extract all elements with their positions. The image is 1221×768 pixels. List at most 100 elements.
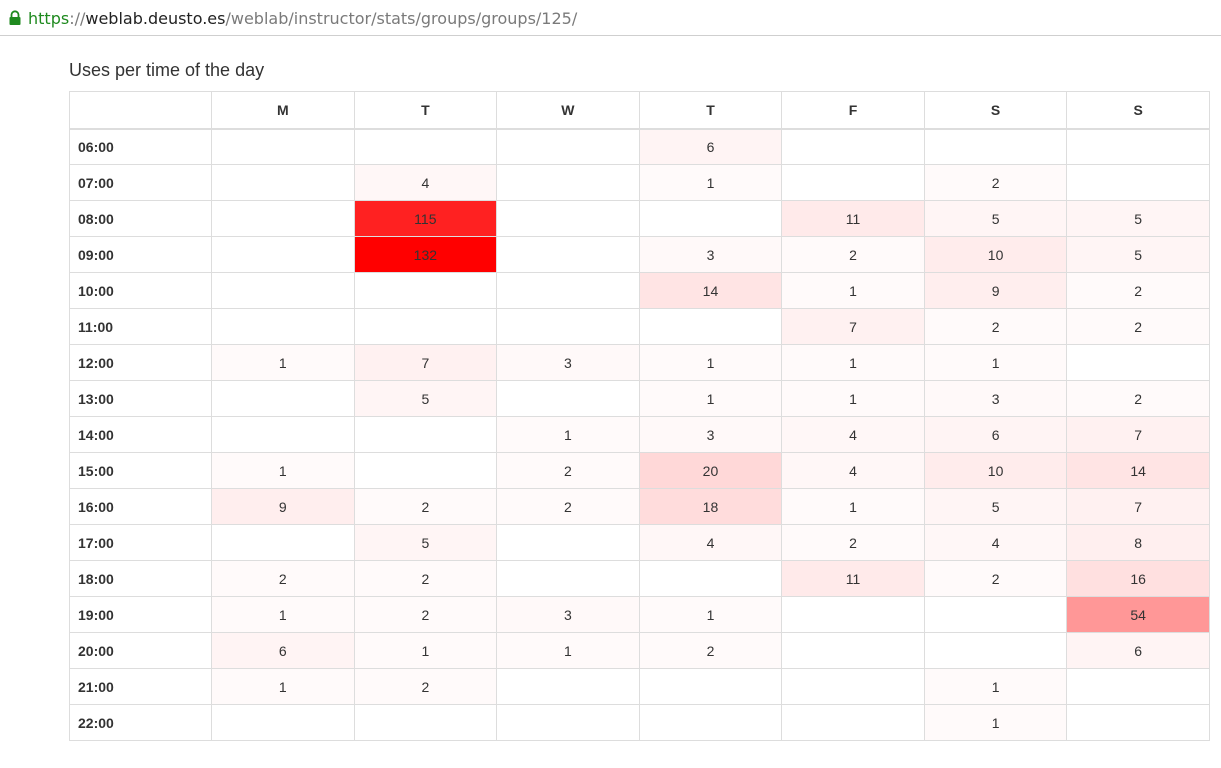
usage-cell: 6	[211, 632, 355, 669]
usage-cell	[496, 236, 640, 273]
usage-cell: 9	[211, 488, 355, 525]
table-row: 11:00 7 2 2	[69, 308, 1210, 345]
usage-cell: 2	[923, 560, 1068, 597]
usage-cell: 3	[638, 416, 783, 453]
usage-cell: 11	[781, 560, 925, 597]
usage-cell	[781, 596, 925, 633]
usage-cell: 2	[496, 452, 640, 489]
usage-cell: 54	[1066, 596, 1210, 633]
usage-cell	[496, 200, 640, 237]
usage-cell: 5	[1066, 236, 1210, 273]
usage-cell: 115	[353, 200, 498, 237]
table-row: 19:00 1 2 3 1 54	[69, 596, 1210, 633]
lock-icon	[8, 10, 22, 26]
table-row: 16:00 9 2 2 18 1 5 7	[69, 488, 1210, 525]
usage-cell	[496, 704, 640, 741]
day-header: M	[211, 91, 355, 130]
usage-cell: 1	[781, 380, 925, 417]
usage-cell: 2	[496, 488, 640, 525]
usage-cell: 3	[923, 380, 1068, 417]
usage-cell: 3	[496, 344, 640, 381]
table-row: 09:00 132 3 2 10 5	[69, 236, 1210, 273]
table-row: 20:00 6 1 1 2 6	[69, 632, 1210, 669]
usage-cell	[496, 128, 640, 165]
url-host: weblab.deusto.es	[85, 8, 226, 28]
hour-label: 15:00	[69, 452, 212, 489]
main-content: Uses per time of the day MTWTFSS 06:00 6 0…	[69, 57, 1210, 741]
usage-cell	[353, 128, 498, 165]
usage-cell: 5	[353, 380, 498, 417]
hour-label: 14:00	[69, 416, 212, 453]
hour-label: 06:00	[69, 128, 212, 165]
url-display[interactable]: https://weblab.deusto.es/weblab/instruct…	[8, 6, 577, 30]
day-header: F	[781, 91, 925, 130]
usage-cell	[923, 128, 1068, 165]
day-header: T	[353, 91, 498, 130]
table-row: 18:00 2 2 11 2 16	[69, 560, 1210, 597]
usage-cell	[353, 308, 498, 345]
usage-cell: 1	[638, 164, 783, 201]
usage-cell: 14	[1066, 452, 1210, 489]
usage-cell: 4	[781, 452, 925, 489]
usage-cell: 6	[923, 416, 1068, 453]
day-header: T	[638, 91, 783, 130]
usage-cell: 1	[211, 452, 355, 489]
usage-cell	[923, 632, 1068, 669]
table-row: 15:00 1 2 20 4 10 14	[69, 452, 1210, 489]
hour-label: 12:00	[69, 344, 212, 381]
table-row: 10:00 14 1 9 2	[69, 272, 1210, 309]
usage-cell	[1066, 704, 1210, 741]
usage-cell	[353, 416, 498, 453]
usage-cell	[211, 380, 355, 417]
usage-cell	[496, 560, 640, 597]
usage-cell	[496, 380, 640, 417]
usage-cell: 1	[781, 272, 925, 309]
usage-cell: 5	[353, 524, 498, 561]
usage-cell: 3	[638, 236, 783, 273]
usage-cell: 6	[1066, 632, 1210, 669]
hour-label: 22:00	[69, 704, 212, 741]
usage-cell	[211, 164, 355, 201]
usage-cell: 11	[781, 200, 925, 237]
usage-cell: 7	[1066, 488, 1210, 525]
usage-cell: 2	[353, 668, 498, 705]
table-row: 14:00 1 3 4 6 7	[69, 416, 1210, 453]
usage-cell: 132	[353, 236, 498, 273]
usage-cell: 10	[923, 236, 1068, 273]
day-header: S	[923, 91, 1068, 130]
usage-cell: 4	[781, 416, 925, 453]
usage-cell	[1066, 128, 1210, 165]
usage-cell: 5	[1066, 200, 1210, 237]
usage-cell: 1	[638, 344, 783, 381]
usage-cell	[496, 272, 640, 309]
usage-cell	[1066, 668, 1210, 705]
usage-cell	[638, 668, 783, 705]
usage-cell	[781, 632, 925, 669]
usage-cell: 2	[781, 524, 925, 561]
usage-cell: 7	[1066, 416, 1210, 453]
usage-cell: 1	[781, 344, 925, 381]
hour-label: 08:00	[69, 200, 212, 237]
usage-cell	[781, 128, 925, 165]
usage-cell	[496, 524, 640, 561]
usage-cell: 9	[923, 272, 1068, 309]
usage-cell	[211, 308, 355, 345]
table-body: 06:00 6 07:00 4 1 2 08:00 115 11 5 5 09:00 132 3 2 10 5 1…	[69, 128, 1210, 741]
usage-cell: 20	[638, 452, 783, 489]
usage-cell: 4	[638, 524, 783, 561]
usage-cell: 3	[496, 596, 640, 633]
usage-cell	[211, 416, 355, 453]
table-row: 22:00 1	[69, 704, 1210, 741]
usage-cell: 4	[353, 164, 498, 201]
usage-cell: 2	[923, 164, 1068, 201]
usage-cell: 1	[781, 488, 925, 525]
usage-cell	[638, 200, 783, 237]
usage-cell	[496, 668, 640, 705]
url-separator: ://	[69, 8, 86, 28]
usage-cell: 1	[496, 632, 640, 669]
hour-label: 07:00	[69, 164, 212, 201]
usage-cell: 5	[923, 488, 1068, 525]
usage-cell	[1066, 344, 1210, 381]
usage-cell	[638, 560, 783, 597]
address-bar[interactable]: https://weblab.deusto.es/weblab/instruct…	[0, 0, 1221, 36]
